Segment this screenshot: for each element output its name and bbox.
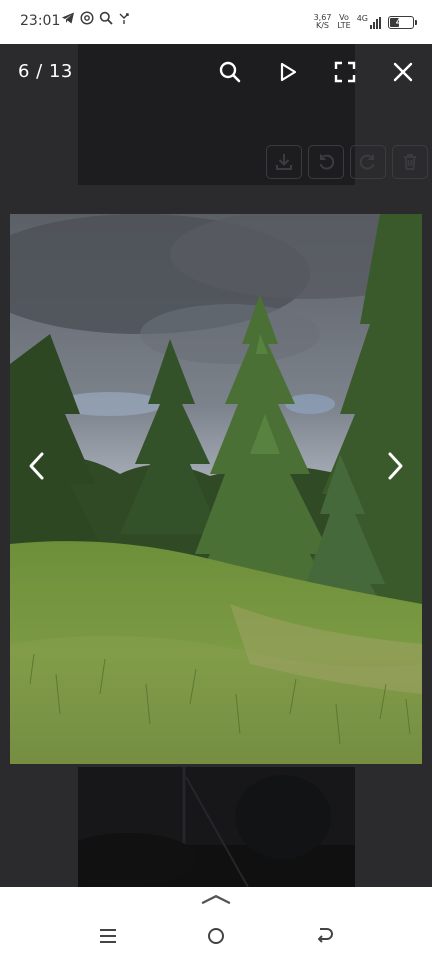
at-sign-icon bbox=[80, 11, 94, 25]
fullscreen-icon[interactable] bbox=[331, 58, 359, 86]
battery-level: 47 bbox=[395, 16, 406, 27]
next-photo-arrow[interactable] bbox=[380, 448, 410, 484]
phone-missed-icon bbox=[119, 13, 129, 24]
download-icon bbox=[266, 145, 302, 179]
status-indicators: 3,67 K/S Vo LTE 4G 47 bbox=[314, 11, 417, 33]
play-icon[interactable] bbox=[274, 58, 302, 86]
rotate-right-icon bbox=[350, 145, 386, 179]
volte-indicator: Vo LTE bbox=[337, 14, 350, 30]
photo-counter: 6 / 13 bbox=[18, 61, 73, 82]
previous-photo-arrow[interactable] bbox=[22, 448, 52, 484]
home-icon[interactable] bbox=[201, 921, 231, 951]
signal-bars-icon bbox=[370, 17, 381, 29]
rotate-left-icon bbox=[308, 145, 344, 179]
battery-indicator: 47 bbox=[388, 15, 417, 29]
signal-indicator: 4G bbox=[357, 15, 382, 29]
telegram-icon bbox=[62, 12, 74, 24]
volte-bottom: LTE bbox=[337, 21, 351, 30]
system-navigation-bar bbox=[0, 887, 432, 960]
close-icon[interactable] bbox=[389, 58, 417, 86]
status-time: 23:01 bbox=[20, 13, 61, 29]
trash-icon bbox=[392, 145, 428, 179]
back-icon[interactable] bbox=[309, 921, 339, 951]
network-speed-unit: K/S bbox=[315, 21, 330, 30]
next-photo-thumbnail bbox=[78, 767, 355, 887]
search-icon bbox=[99, 11, 113, 25]
status-bar: 23:01 3,67 K/S Vo LTE 4G 47 bbox=[0, 0, 432, 44]
pine-trees-photo[interactable] bbox=[10, 214, 422, 764]
network-speed: 3,67 K/S bbox=[314, 14, 332, 30]
network-type: 4G bbox=[356, 14, 368, 23]
image-viewer[interactable]: 6 / 13 bbox=[0, 44, 432, 887]
chevron-up-icon[interactable] bbox=[201, 887, 231, 911]
next-photo-preview bbox=[78, 767, 355, 887]
menu-icon[interactable] bbox=[93, 921, 123, 951]
search-icon[interactable] bbox=[216, 58, 244, 86]
faded-photo-toolbar bbox=[266, 145, 428, 179]
